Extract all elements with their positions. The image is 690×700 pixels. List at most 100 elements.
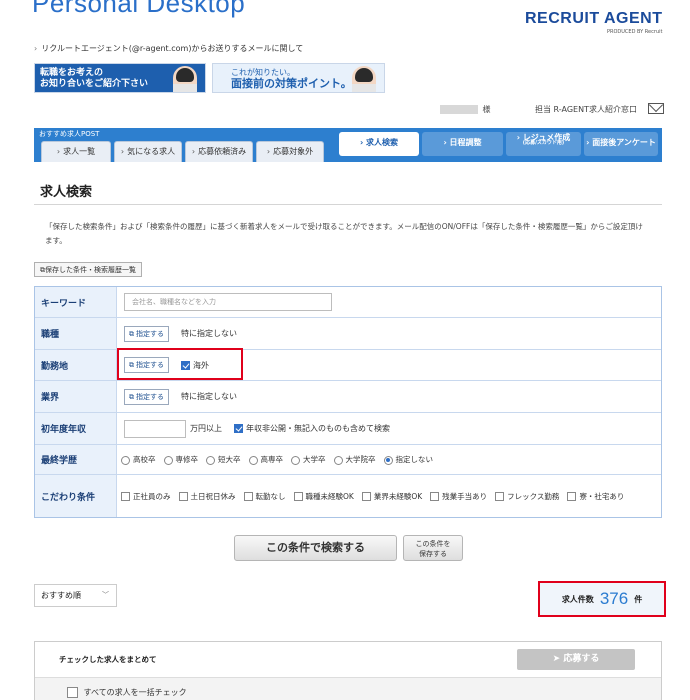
salary-unit: 万円以上	[190, 424, 222, 433]
salary-undisclosed-checkbox-wrap[interactable]: 年収非公開・無記入のものも含めて検索	[234, 423, 390, 434]
preference-label: 業界未経験OK	[373, 491, 423, 501]
bulk-action-panel: チェックした求人をまとめて ➤ 応募する すべての求人を一括チェック	[34, 641, 662, 700]
education-radio[interactable]	[163, 455, 173, 465]
search-button[interactable]: この条件で検索する	[234, 535, 397, 561]
preference-checkbox[interactable]	[495, 492, 505, 501]
education-radio[interactable]	[121, 455, 130, 465]
education-radio[interactable]	[333, 455, 343, 465]
industry-label: 業界	[35, 381, 117, 412]
industry-select-button[interactable]: 指定する	[124, 388, 169, 405]
preference-option[interactable]: 寮・社宅あり	[567, 491, 624, 502]
user-name-redacted	[440, 105, 478, 114]
save-conditions-line1: この条件を	[415, 540, 451, 548]
preference-option[interactable]: 職種未経験OK	[293, 491, 354, 502]
sort-value: おすすめ順	[41, 591, 81, 600]
interview-tips-banner[interactable]: これが知りたい。 面接前の対策ポイント。	[212, 63, 385, 93]
brand-name: RECRUIT AGENT	[525, 10, 663, 27]
save-conditions-button[interactable]: この条件を 保存する	[403, 535, 463, 561]
check-all-label: すべての求人を一括チェック	[83, 688, 187, 697]
education-option[interactable]: 短大卒	[206, 454, 241, 465]
education-option-label: 短大卒	[218, 455, 241, 464]
education-radio-selected[interactable]	[383, 455, 393, 465]
education-option[interactable]: 大学院卒	[333, 454, 376, 465]
nav-job-search-button[interactable]: 求人検索	[339, 132, 419, 156]
education-option-label: 高校卒	[133, 455, 156, 464]
app-title: Personal Desktop	[32, 0, 246, 18]
tab-favorites[interactable]: 気になる求人	[114, 141, 182, 162]
education-radio[interactable]	[291, 455, 300, 465]
preference-option[interactable]: 転勤なし	[243, 491, 286, 502]
result-count-unit: 件	[634, 594, 643, 604]
search-form: キーワード 会社名、職種名などを入力 職種 指定する 特に指定しない 勤務地 指…	[34, 286, 662, 518]
saved-conditions-button[interactable]: ⧉保存した条件・検索履歴一覧	[34, 262, 142, 277]
preference-label: 寮・社宅あり	[579, 491, 625, 501]
preference-option[interactable]: フレックス勤務	[495, 491, 559, 502]
brand-logo: RECRUIT AGENT PRODUCED BY Recruit	[525, 10, 663, 35]
preference-checkbox[interactable]	[121, 492, 130, 501]
salary-undisclosed-checkbox[interactable]	[234, 424, 243, 433]
preference-checkbox[interactable]	[361, 492, 371, 501]
job-type-select-button[interactable]: 指定する	[124, 325, 169, 342]
preference-option[interactable]: 残業手当あり	[430, 491, 487, 502]
education-option-label: 専修卒	[175, 455, 199, 464]
education-option[interactable]: 高校卒	[121, 454, 156, 465]
preference-checkbox[interactable]	[243, 492, 253, 501]
education-radio[interactable]	[248, 455, 258, 465]
bulk-apply-button[interactable]: ➤ 応募する	[517, 649, 635, 670]
main-nav: おすすめ求人POST 求人一覧 気になる求人 応募依頼済み 応募対象外 求人検索…	[34, 128, 662, 162]
job-type-label: 職種	[35, 318, 117, 349]
preference-label: 土日祝日休み	[190, 491, 236, 501]
person-photo-icon	[352, 66, 376, 92]
page-description: 「保存した検索条件」および「検索条件の履歴」に基づく新着求人をメールで受け取るこ…	[45, 222, 643, 245]
preference-checkbox[interactable]	[567, 492, 577, 501]
preference-option[interactable]: 業界未経験OK	[361, 491, 423, 502]
job-type-value: 特に指定しない	[181, 329, 237, 338]
tab-job-list[interactable]: 求人一覧	[41, 141, 111, 162]
nav-label: おすすめ求人POST	[39, 130, 100, 138]
education-option-label: 高専卒	[260, 455, 284, 464]
nav-resume-button[interactable]: レジュメ作成 (応募/スカウト用)	[506, 132, 581, 156]
education-option[interactable]: 高専卒	[248, 454, 284, 465]
education-radio[interactable]	[206, 455, 215, 465]
save-conditions-line2: 保存する	[419, 550, 447, 558]
salary-input[interactable]	[124, 419, 186, 438]
preference-label: 残業手当あり	[442, 491, 488, 501]
nav-survey-button[interactable]: 面接後アンケート	[584, 132, 658, 156]
check-all-checkbox[interactable]	[67, 687, 78, 698]
industry-value: 特に指定しない	[181, 392, 237, 401]
tab-applied[interactable]: 応募依頼済み	[185, 141, 253, 162]
tab-excluded[interactable]: 応募対象外	[256, 141, 324, 162]
preferences-label: こだわり条件	[35, 475, 117, 517]
mail-icon[interactable]	[648, 103, 664, 114]
preference-checkbox[interactable]	[293, 492, 303, 501]
preference-label: 転勤なし	[255, 491, 286, 501]
form-row-preferences: こだわり条件 正社員のみ 土日祝日休み 転勤なし 職種未経験OK 業界未経験OK…	[35, 475, 661, 517]
preference-option[interactable]: 土日祝日休み	[178, 491, 236, 502]
keyword-label: キーワード	[35, 287, 117, 317]
education-option-selected[interactable]: 指定しない	[383, 454, 433, 465]
user-info: 様 担当 R-AGENT求人紹介窓口	[440, 103, 664, 115]
preference-checkbox[interactable]	[430, 492, 440, 501]
preference-label: 職種未経験OK	[305, 491, 354, 501]
form-row-salary: 初年度年収 万円以上 年収非公開・無記入のものも含めて検索	[35, 413, 661, 445]
preference-checkbox[interactable]	[178, 492, 188, 501]
nav-schedule-button[interactable]: 日程調整	[422, 132, 503, 156]
referral-banner[interactable]: 転職をお考えの お知り合いをご紹介下さい	[34, 63, 206, 93]
education-option[interactable]: 専修卒	[163, 454, 199, 465]
mail-info-link[interactable]: › リクルートエージェント(@r-agent.com)からお送りするメールに関して	[34, 43, 303, 54]
chevron-down-icon: ﹀	[102, 591, 109, 599]
salary-undisclosed-label: 年収非公開・無記入のものも含めて検索	[246, 424, 390, 433]
education-label: 最終学歴	[35, 445, 117, 474]
preference-label: フレックス勤務	[507, 491, 560, 501]
result-count-label: 求人件数	[561, 594, 594, 604]
keyword-input[interactable]: 会社名、職種名などを入力	[124, 293, 332, 311]
education-option[interactable]: 大学卒	[291, 454, 326, 465]
interview-tips-line2: 面接前の対策ポイント。	[231, 77, 352, 90]
referral-banner-text: 転職をお考えの お知り合いをご紹介下さい	[40, 68, 148, 90]
preference-label: 正社員のみ	[133, 491, 171, 501]
check-all-row[interactable]: すべての求人を一括チェック	[35, 678, 661, 700]
result-count-box: 求人件数 376 件	[538, 581, 666, 617]
result-count-number: 376	[599, 589, 629, 608]
sort-select[interactable]: おすすめ順 ﹀	[34, 584, 117, 607]
preference-option[interactable]: 正社員のみ	[121, 491, 171, 502]
